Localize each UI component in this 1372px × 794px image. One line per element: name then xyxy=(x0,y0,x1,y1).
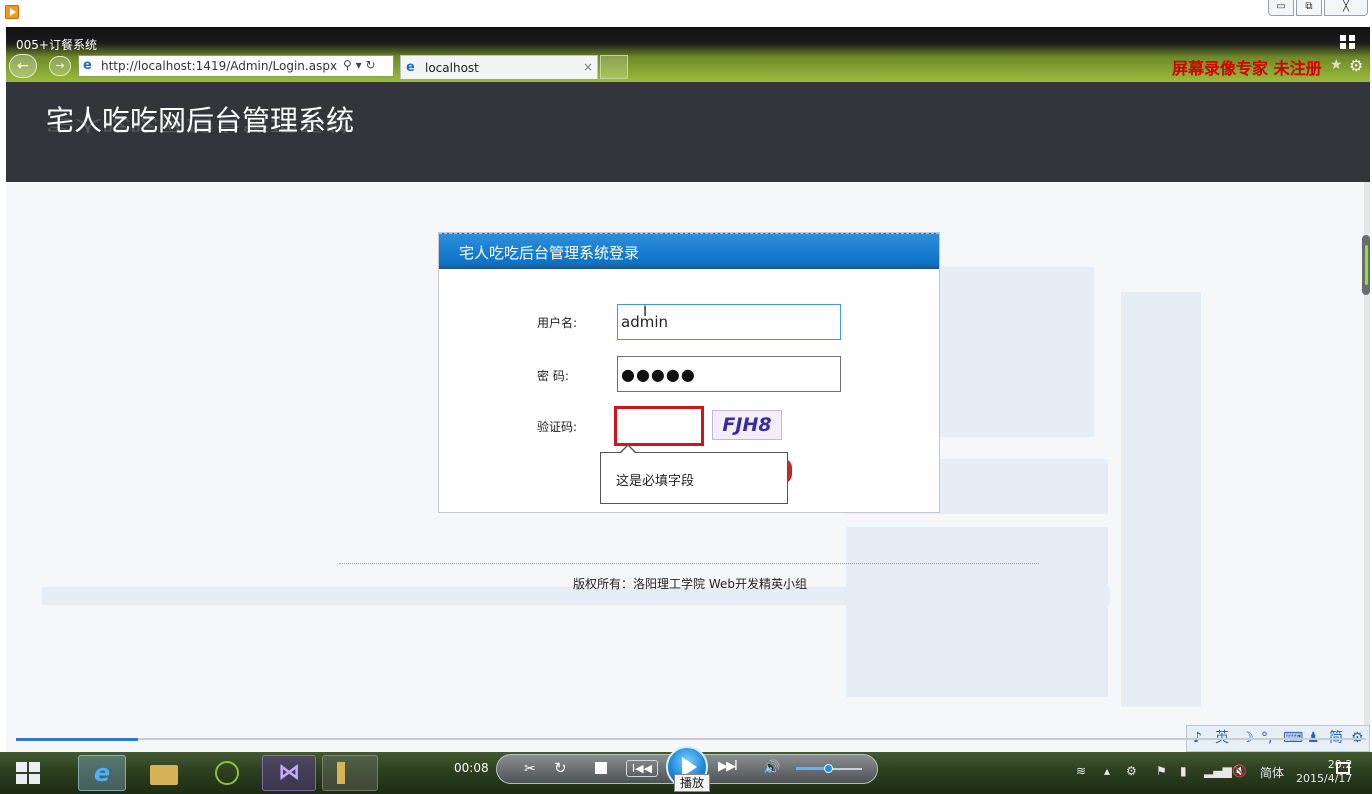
captcha-input[interactable] xyxy=(614,406,704,446)
elapsed-time: 00:08 xyxy=(454,761,489,775)
login-panel-title: 宅人吃吃后台管理系统登录 xyxy=(459,244,640,262)
system-tray: ≋ ▴ ⚙ ⚑ ▮ ▂▄▆ 🔇 简体 xyxy=(1074,760,1334,786)
site-header: 宅人吃吃网后台管理系统 宅人吃吃网后台管理系统 xyxy=(6,82,1370,182)
tray-expand-icon[interactable]: ▴ xyxy=(1104,764,1110,778)
bg-decoration xyxy=(1121,292,1201,472)
favorites-star-icon[interactable]: ★ xyxy=(1330,57,1343,73)
signal-icon[interactable]: ▂▄▆ xyxy=(1204,764,1232,778)
tray-app-icon[interactable]: ⚙ xyxy=(1126,764,1137,778)
player-titlebar: ▭ ⧉ ╳ xyxy=(0,0,1372,27)
taskbar-visual-studio-icon[interactable]: ⋈ xyxy=(262,755,316,791)
tooltip-arrow-inner xyxy=(620,446,636,454)
password-label: 密 码: xyxy=(537,369,569,383)
username-label: 用户名: xyxy=(537,316,578,330)
player-app-icon xyxy=(5,5,19,19)
fullscreen-button[interactable] xyxy=(1336,762,1350,774)
player-minimize-button[interactable]: ▭ xyxy=(1268,0,1294,16)
text-cursor-icon: I xyxy=(643,304,648,320)
volume-slider-knob[interactable] xyxy=(824,764,833,773)
validation-tooltip: 这是必填字段 xyxy=(600,444,788,504)
playback-progress-track[interactable] xyxy=(16,738,1366,740)
username-input[interactable] xyxy=(617,304,841,340)
site-title-reflection: 宅人吃吃网后台管理系统 xyxy=(46,116,355,135)
tab-localhost[interactable]: e localhost × xyxy=(400,55,598,79)
previous-button[interactable]: I◀◀ xyxy=(626,760,658,777)
browser-toolbar: 005+订餐系统 ← → e http://localhost:1419/Adm… xyxy=(6,27,1370,82)
browser-window-title: 005+订餐系统 xyxy=(16,38,97,52)
loop-icon[interactable]: ↻ xyxy=(554,761,567,776)
captcha-label: 验证码: xyxy=(537,420,578,434)
ie-page-icon: e xyxy=(83,58,92,73)
stop-button[interactable] xyxy=(595,762,607,774)
forward-button[interactable]: → xyxy=(49,56,71,76)
validation-message: 这是必填字段 xyxy=(616,474,695,489)
clock-date: 2015/4/17 xyxy=(1296,772,1353,785)
network-icon[interactable]: ≋ xyxy=(1076,764,1086,778)
address-bar[interactable]: e http://localhost:1419/Admin/Login.aspx… xyxy=(78,55,394,77)
flag-icon[interactable]: ⚑ xyxy=(1156,764,1167,778)
speaker-muted-icon[interactable]: 🔇 xyxy=(1232,764,1247,778)
playback-progress-fill xyxy=(16,738,138,741)
login-panel: 宅人吃吃后台管理系统登录 用户名: 密 码: 验证码: FJH8 这是必填字段 xyxy=(438,232,940,513)
play-tooltip: 播放 xyxy=(674,774,710,792)
taskbar-ie-icon[interactable]: e xyxy=(78,755,126,791)
tab-label: localhost xyxy=(425,61,479,75)
battery-icon[interactable]: ▮ xyxy=(1180,764,1187,778)
address-search-refresh-icons[interactable]: ⚲ ▾ ↻ xyxy=(343,58,376,72)
tools-gear-icon[interactable]: ⚙ xyxy=(1349,56,1363,75)
player-close-button[interactable]: ╳ xyxy=(1324,0,1368,16)
password-input[interactable] xyxy=(617,356,841,392)
player-maximize-button[interactable]: ⧉ xyxy=(1296,0,1322,16)
input-language[interactable]: 简体 xyxy=(1260,764,1284,781)
new-tab-button[interactable] xyxy=(600,55,628,79)
address-url[interactable]: http://localhost:1419/Admin/Login.aspx xyxy=(101,59,337,73)
volume-icon[interactable]: 🔊 xyxy=(763,761,780,775)
recorder-watermark: 屏幕录像专家 未注册 xyxy=(1172,59,1322,78)
taskbar-tool-icon[interactable] xyxy=(322,755,378,791)
browser-grid-icon xyxy=(1340,35,1358,51)
taskbar-explorer-icon[interactable] xyxy=(144,755,184,791)
ie-tab-icon: e xyxy=(406,60,415,75)
footer-divider xyxy=(339,563,1039,564)
login-panel-header: 宅人吃吃后台管理系统登录 xyxy=(439,233,939,269)
captcha-image[interactable]: FJH8 xyxy=(712,410,782,440)
back-button[interactable]: ← xyxy=(9,54,37,78)
bg-decoration xyxy=(846,527,1108,697)
tab-close-icon[interactable]: × xyxy=(583,60,593,74)
next-button[interactable]: ▶▶I xyxy=(718,760,738,774)
start-windows-icon[interactable] xyxy=(16,762,42,786)
video-frame: 005+订餐系统 ← → e http://localhost:1419/Adm… xyxy=(6,27,1370,767)
bg-decoration xyxy=(1121,457,1201,707)
scrollbar-thumb-grip xyxy=(1365,245,1368,285)
snapshot-icon[interactable]: ✂ xyxy=(524,762,536,776)
footer-copyright: 版权所有：洛阳理工学院 Web开发精英小组 xyxy=(573,577,807,591)
taskbar-app-icon[interactable] xyxy=(210,755,244,791)
